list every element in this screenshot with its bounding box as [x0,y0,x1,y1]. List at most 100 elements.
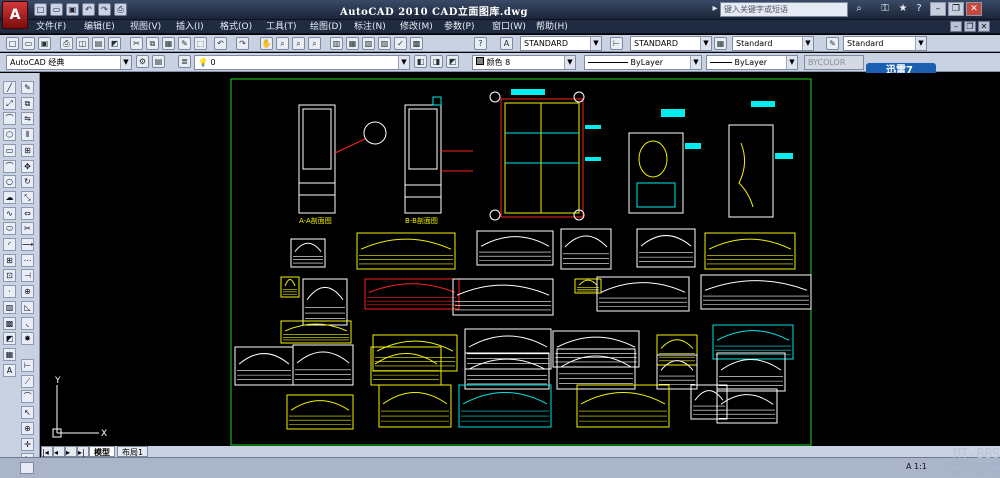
save-icon[interactable]: ▣ [66,3,79,16]
dim-style-select[interactable]: STANDARD ▼ [630,36,712,51]
quickcalc-icon[interactable]: ▩ [410,37,423,50]
move-icon[interactable]: ✥ [21,159,34,173]
status-tool-icon[interactable] [20,462,34,474]
spline-icon[interactable]: ∿ [3,206,16,220]
explode-icon[interactable]: ✸ [21,332,34,346]
tab-model[interactable]: 模型 [89,446,115,457]
help-icon[interactable]: ? [474,37,487,50]
layer-state-icon[interactable]: ◩ [446,55,459,68]
mleader-style-select[interactable]: Standard ▼ [843,36,927,51]
region-icon[interactable]: ◩ [3,332,16,346]
sheet-set-icon[interactable]: ▨ [378,37,391,50]
dim-aligned-icon[interactable]: ⟋ [21,374,34,388]
menu-item[interactable]: 绘图(D) [310,20,342,34]
save-icon[interactable]: ▣ [38,37,51,50]
make-block-icon[interactable]: ⊡ [3,269,16,283]
zoom-icon[interactable]: ⌕ [276,37,289,50]
doc-close-button[interactable]: ✕ [978,21,990,32]
plot-icon[interactable]: ⎙ [60,37,73,50]
minimize-button[interactable]: – [930,2,946,16]
dim-style-icon[interactable]: ⊢ [610,37,623,50]
workspace-select[interactable]: AutoCAD 经典 ▼ [6,55,132,70]
new-icon[interactable]: □ [34,3,47,16]
line-icon[interactable]: ╱ [3,81,16,94]
expand-icon[interactable]: ▸ [708,2,722,16]
table-style-icon[interactable]: ▦ [714,37,727,50]
construction-line-icon[interactable]: ⤢ [3,96,16,110]
mleader-style-icon[interactable]: ✎ [826,37,839,50]
array-icon[interactable]: ⊞ [21,143,34,157]
paste-icon[interactable]: ▦ [162,37,175,50]
menu-item[interactable]: 插入(I) [176,20,204,34]
undo-icon[interactable]: ↶ [214,37,227,50]
layer-manager-icon[interactable]: ≣ [178,55,191,68]
stretch-icon[interactable]: ⇔ [21,206,34,220]
markup-icon[interactable]: ✓ [394,37,407,50]
color-select[interactable]: 颜色 8 ▼ [472,55,576,70]
center-mark-icon[interactable]: ✛ [21,437,34,451]
menu-item[interactable]: 格式(O) [220,20,252,34]
annotation-scale[interactable]: A 1:1 [906,462,927,471]
make-current-icon[interactable]: ◧ [414,55,427,68]
menu-item[interactable]: 文件(F) [36,20,66,34]
open-icon[interactable]: ▭ [50,3,63,16]
copy-icon[interactable]: ⧉ [146,37,159,50]
publish-icon[interactable]: ▤ [92,37,105,50]
table-icon[interactable]: ▦ [3,347,16,361]
extend-icon[interactable]: ⟶ [21,238,34,251]
menu-item[interactable]: 帮助(H) [536,20,568,34]
undo-icon[interactable]: ↶ [82,3,95,16]
zoom-prev-icon[interactable]: ⌕ [308,37,321,50]
arc-icon[interactable]: ⌒ [3,159,16,173]
properties-icon[interactable]: ▥ [330,37,343,50]
doc-restore-button[interactable]: ❐ [964,21,976,32]
tool-palette-icon[interactable]: ▧ [362,37,375,50]
join-icon[interactable]: ⊕ [21,285,34,299]
search-input[interactable]: 键入关键字或短语 [720,2,848,17]
lineweight-select[interactable]: ByLayer ▼ [706,55,798,70]
zoom-window-icon[interactable]: ⌕ [292,37,305,50]
design-center-icon[interactable]: ▦ [346,37,359,50]
tolerance-icon[interactable]: ⊕ [21,421,34,435]
polygon-icon[interactable]: ⬡ [3,128,16,142]
preview-icon[interactable]: ◫ [76,37,89,50]
copy-object-icon[interactable]: ⧉ [21,96,34,110]
insert-block-icon[interactable]: ⊞ [3,253,16,267]
trim-icon[interactable]: ✂ [21,222,34,236]
dim-arc-icon[interactable]: ⌒ [21,390,34,404]
match-icon[interactable]: ✎ [178,37,191,50]
rotate-icon[interactable]: ↻ [21,175,34,189]
text-style-icon[interactable]: A [500,37,513,50]
point-icon[interactable]: · [3,285,16,299]
fillet-icon[interactable]: ◟ [21,316,34,330]
leader-icon[interactable]: ↖ [21,406,34,420]
menu-item[interactable]: 窗口(W) [492,20,526,34]
offset-icon[interactable]: ⫴ [21,128,34,142]
mirror-icon[interactable]: ⇋ [21,112,34,126]
nav-next-icon[interactable]: ▸ [65,446,77,457]
redo-icon[interactable]: ↷ [98,3,111,16]
workspace-settings-icon[interactable]: ⚙ [136,55,149,68]
cut-icon[interactable]: ✂ [130,37,143,50]
circle-icon[interactable]: ○ [3,175,16,189]
block-icon[interactable]: ⬚ [194,37,207,50]
menu-item[interactable]: 工具(T) [266,20,297,34]
layer-previous-icon[interactable]: ◨ [430,55,443,68]
doc-minimize-button[interactable]: – [950,21,962,32]
search-icon[interactable]: ⌕ [852,2,866,16]
gradient-icon[interactable]: ▩ [3,316,16,330]
rectangle-icon[interactable]: ▭ [3,143,16,157]
new-icon[interactable]: □ [6,37,19,50]
application-menu-button[interactable]: A [2,1,28,29]
open-icon[interactable]: ▭ [22,37,35,50]
ellipse-arc-icon[interactable]: ◜ [3,238,16,251]
drawing-canvas[interactable]: A-A剖面图 B-B剖面图 Y X [41,73,1000,457]
scale-icon[interactable]: ⤡ [21,190,34,204]
text-style-select[interactable]: STANDARD ▼ [520,36,602,51]
dim-linear-icon[interactable]: ⊢ [21,359,34,372]
3d-print-icon[interactable]: ◩ [108,37,121,50]
tab-layout1[interactable]: 布局1 [117,446,149,457]
linetype-select[interactable]: ByLayer ▼ [584,55,702,70]
polyline-icon[interactable]: ⌒ [3,112,16,126]
hatch-icon[interactable]: ▨ [3,300,16,314]
